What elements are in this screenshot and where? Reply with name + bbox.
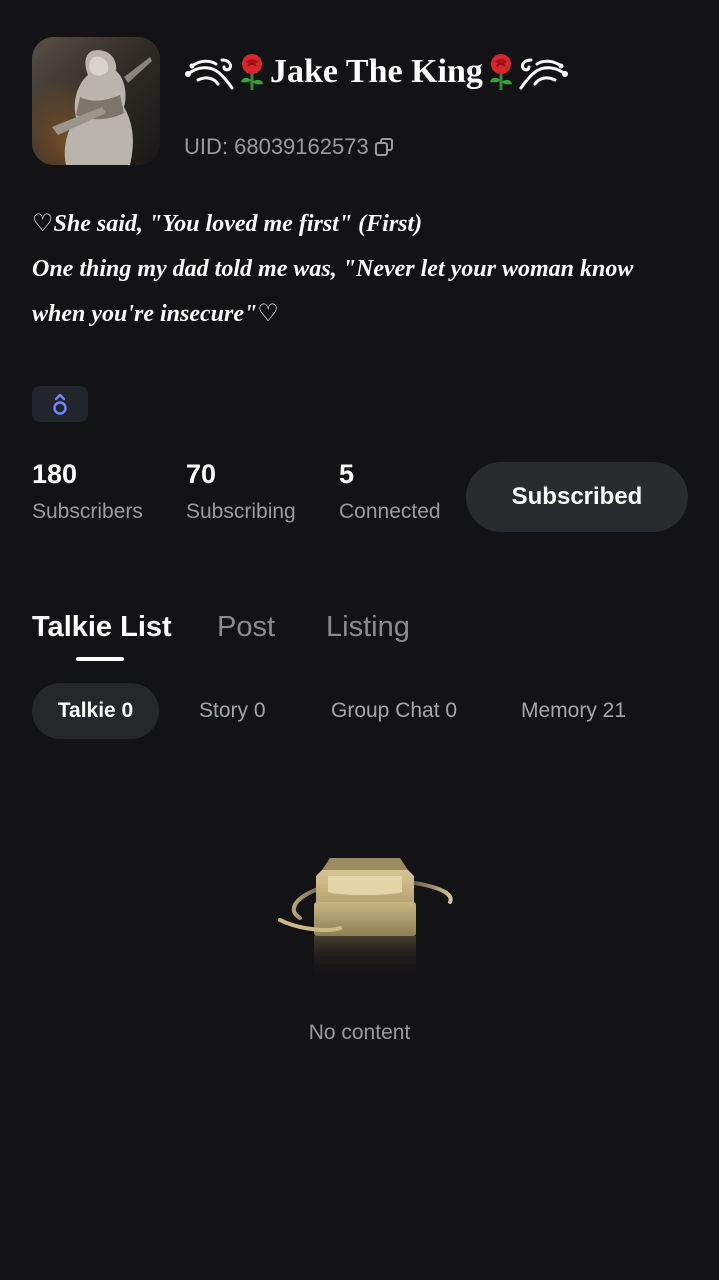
stat-label: Connected	[339, 500, 441, 523]
stat-connected[interactable]: 5 Connected	[339, 456, 441, 527]
filter-chip-memory[interactable]: Memory 21	[521, 683, 626, 739]
swirl-ornament-icon	[517, 52, 569, 92]
filter-chip-group-chat[interactable]: Group Chat 0	[331, 683, 457, 739]
empty-tray-icon	[270, 840, 460, 1000]
stat-label: Subscribers	[32, 500, 143, 523]
stat-label: Subscribing	[186, 500, 296, 523]
stat-value: 70	[186, 459, 217, 489]
profile-name: Jake The King	[184, 46, 569, 98]
stat-subscribing[interactable]: 70 Subscribing	[186, 456, 296, 527]
bio-line: One thing my dad told me was, "Never let…	[32, 256, 634, 282]
empty-state-text: No content	[308, 1021, 411, 1044]
rose-emoji-icon	[238, 52, 266, 92]
tab-talkie-list[interactable]: Talkie List	[32, 606, 172, 648]
rose-emoji-icon	[487, 52, 515, 92]
stat-value: 5	[339, 459, 355, 489]
subscribed-button[interactable]: Subscribed	[466, 462, 688, 532]
tab-listing[interactable]: Listing	[326, 606, 410, 648]
filter-chip-talkie[interactable]: Talkie 0	[32, 683, 159, 739]
avatar[interactable]	[32, 37, 160, 165]
copy-icon[interactable]	[373, 136, 395, 158]
bio-line: when you're insecure"♡	[32, 301, 279, 327]
profile-bio: ♡She said, "You loved me first" (First) …	[32, 202, 692, 337]
uid-text: UID: 68039162573	[184, 134, 369, 159]
bio-line: ♡She said, "You loved me first" (First)	[32, 211, 423, 237]
gender-badge	[32, 386, 88, 422]
tab-post[interactable]: Post	[217, 606, 275, 648]
swirl-ornament-icon	[184, 52, 236, 92]
stat-subscribers[interactable]: 180 Subscribers	[32, 456, 143, 527]
knight-portrait-avatar	[32, 37, 160, 165]
stat-value: 180	[32, 459, 78, 489]
uid-row: UID: 68039162573	[184, 132, 395, 162]
profile-name-text: Jake The King	[270, 53, 483, 90]
active-tab-indicator	[76, 657, 124, 661]
filter-chip-story[interactable]: Story 0	[199, 683, 266, 739]
gender-badge-icon	[53, 393, 67, 415]
